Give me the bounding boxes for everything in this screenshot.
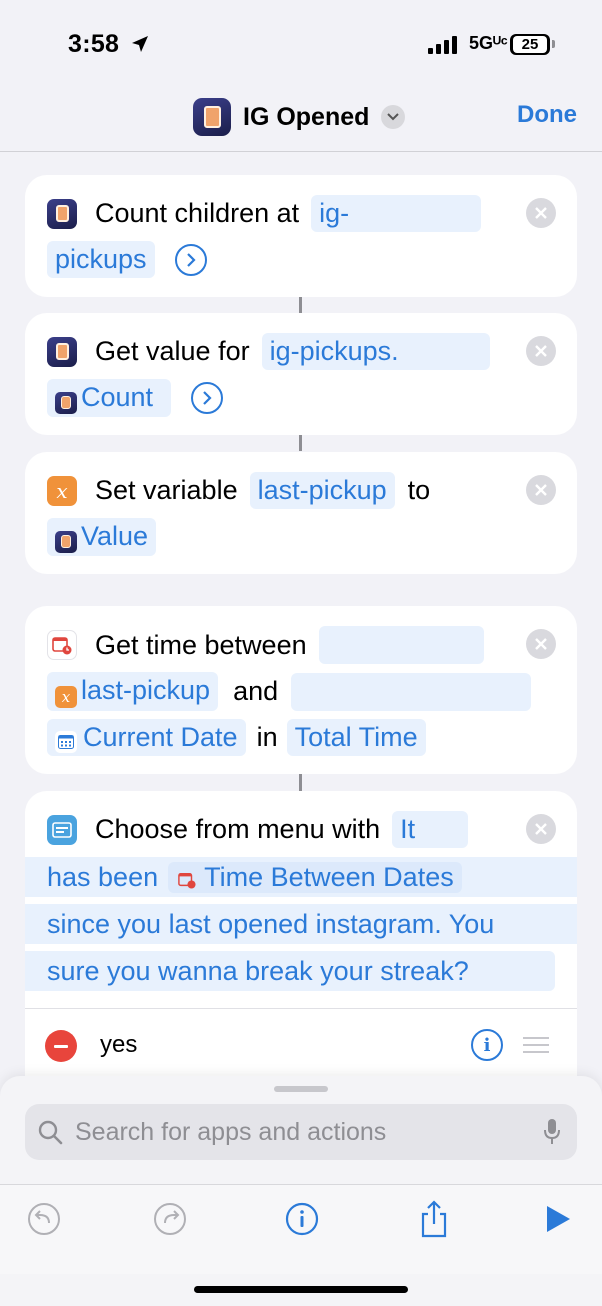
microphone-icon[interactable]: [543, 1118, 561, 1146]
action-label: Choose from menu with: [95, 814, 381, 844]
divider: [25, 1008, 577, 1009]
action-search-sheet: [0, 1076, 602, 1306]
jar-app-icon: [55, 391, 77, 414]
action-connector: [299, 297, 302, 313]
done-button[interactable]: Done: [517, 101, 577, 129]
calendar-clock-icon: [47, 630, 77, 660]
remove-action-button[interactable]: [526, 198, 556, 228]
prompt-token-start[interactable]: It: [392, 811, 469, 848]
clock-time: 3:58: [68, 30, 120, 58]
remove-action-button[interactable]: [526, 629, 556, 659]
remove-action-button[interactable]: [526, 475, 556, 505]
chevron-right-circle-icon[interactable]: [174, 243, 207, 276]
calendar-grid-icon: [55, 731, 77, 753]
run-button[interactable]: [540, 1201, 576, 1237]
variable-name-token[interactable]: last-pickup: [249, 472, 395, 509]
sheet-grabber[interactable]: [274, 1086, 328, 1092]
network-type: 5Gᵁᶜ: [469, 33, 508, 53]
info-icon[interactable]: i: [471, 1029, 503, 1061]
status-bar: 3:58 5Gᵁᶜ 25: [0, 0, 602, 90]
play-icon: [547, 1206, 570, 1232]
action-label: Get time between: [95, 629, 307, 660]
count-variable-token[interactable]: Count: [47, 379, 172, 417]
action-connector: [299, 435, 302, 451]
home-indicator: [194, 1286, 408, 1293]
path-token-part1[interactable]: ig-: [311, 195, 482, 232]
shortcut-title: IG Opened: [243, 102, 370, 131]
battery-tip: [552, 40, 555, 48]
last-pickup-variable-label: last-pickup: [81, 675, 211, 705]
shortcut-title-menu[interactable]: IG Opened: [193, 98, 406, 136]
value-variable-label: Value: [81, 521, 149, 551]
chevron-right-circle-icon[interactable]: [191, 381, 224, 414]
time-between-dates-label: Time Between Dates: [204, 861, 454, 892]
action-connector: [299, 774, 302, 791]
search-input[interactable]: [75, 1117, 515, 1147]
path-token-part2[interactable]: pickups: [47, 241, 155, 278]
undo-button[interactable]: [26, 1201, 62, 1237]
undo-icon: [28, 1203, 60, 1235]
action-label: Count children at: [95, 198, 300, 228]
action-label: Get value for: [95, 336, 250, 366]
share-button[interactable]: [416, 1200, 452, 1238]
jar-app-icon: [193, 98, 231, 136]
redo-icon: [154, 1203, 186, 1235]
remove-action-button[interactable]: [526, 336, 556, 366]
prompt-text-line4[interactable]: sure you wanna break your streak?: [47, 956, 469, 987]
action-label: Set variable: [95, 475, 238, 505]
action-count-children[interactable]: Count children at ig- pickups: [25, 175, 577, 297]
action-get-value[interactable]: Get value for ig-pickups. Count: [25, 313, 577, 435]
battery-icon: 25: [510, 34, 550, 55]
action-set-variable[interactable]: x Set variable last-pickup to Value: [25, 452, 577, 574]
reorder-handle-icon[interactable]: [523, 1037, 549, 1053]
to-label: to: [407, 475, 431, 505]
count-variable-label: Count: [81, 382, 154, 412]
unit-token[interactable]: Total Time: [286, 719, 426, 756]
info-icon: [285, 1202, 319, 1236]
editor-toolbar: [0, 1184, 602, 1274]
search-bar[interactable]: [25, 1104, 577, 1160]
menu-list-icon: [47, 814, 77, 845]
action-get-time-between[interactable]: Get time between x last-pickup and Curren…: [25, 606, 577, 774]
chevron-down-icon[interactable]: [381, 105, 406, 129]
current-date-label: Current Date: [83, 722, 238, 752]
end-date-slot[interactable]: [291, 672, 532, 711]
jar-app-icon: [47, 198, 77, 229]
share-icon: [421, 1200, 447, 1238]
jar-app-icon: [47, 336, 77, 367]
prompt-text-line3[interactable]: since you last opened instagram. You: [47, 909, 494, 940]
search-icon: [38, 1120, 63, 1145]
remove-action-button[interactable]: [526, 814, 556, 844]
in-label: in: [256, 722, 278, 752]
time-between-dates-token[interactable]: Time Between Dates: [168, 861, 462, 893]
battery-level: 25: [513, 36, 547, 53]
calendar-clock-icon: [176, 869, 198, 891]
variable-x-icon: x: [47, 475, 77, 506]
delete-option-icon[interactable]: [45, 1030, 77, 1062]
menu-option-label[interactable]: yes: [100, 1031, 137, 1059]
nav-bar: IG Opened Done: [0, 90, 602, 152]
redo-button[interactable]: [152, 1201, 188, 1237]
and-label: and: [233, 676, 279, 706]
prompt-text-line2[interactable]: has been: [47, 862, 158, 893]
key-token[interactable]: ig-pickups.: [261, 333, 490, 370]
value-variable-token[interactable]: Value: [47, 518, 157, 556]
location-arrow-icon: [132, 36, 148, 52]
action-choose-from-menu[interactable]: Choose from menu with It has been Time B…: [25, 791, 577, 1091]
start-date-slot[interactable]: [318, 626, 484, 664]
last-pickup-variable-token[interactable]: x last-pickup: [47, 672, 219, 711]
jar-app-icon: [55, 530, 77, 553]
variable-x-icon: x: [55, 686, 77, 708]
cellular-signal-icon: [428, 36, 457, 54]
current-date-token[interactable]: Current Date: [47, 719, 246, 756]
details-button[interactable]: [284, 1201, 320, 1237]
